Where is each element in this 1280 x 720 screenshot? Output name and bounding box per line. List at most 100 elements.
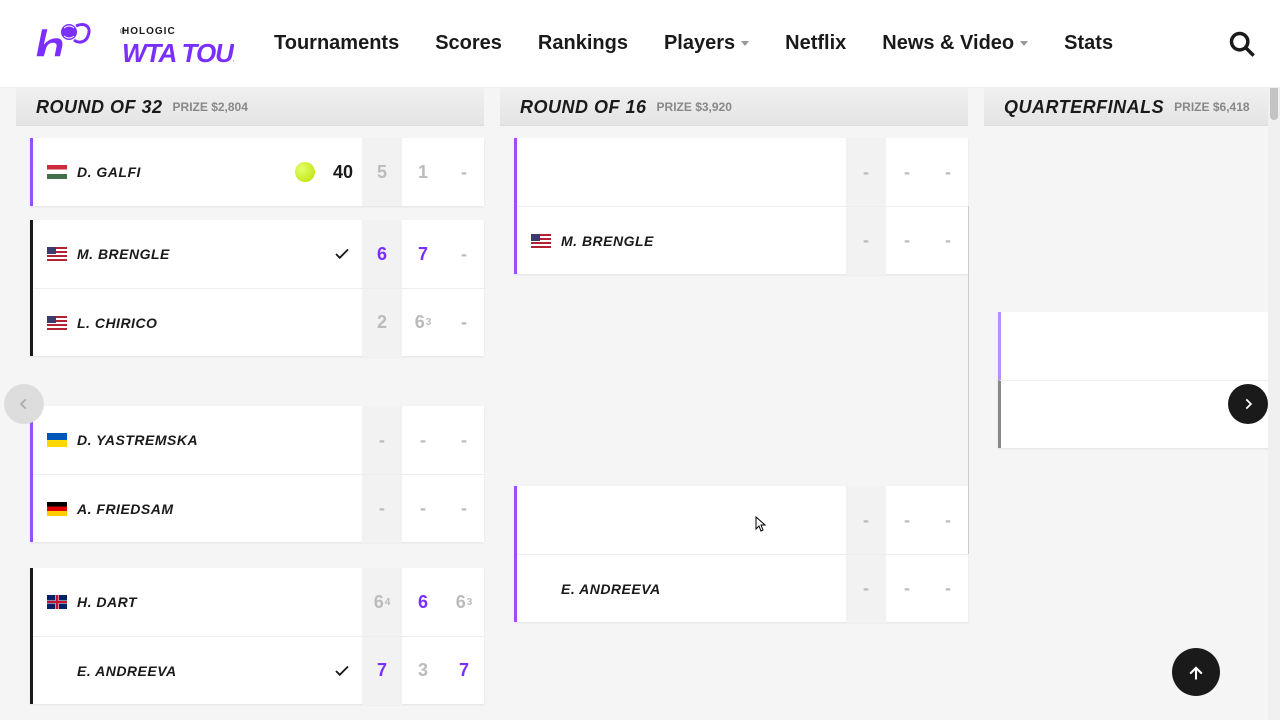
- scorebox: - - -: [361, 406, 484, 474]
- scorebox: - - -: [845, 486, 968, 554]
- match-card[interactable]: D. Yastremska - - - A. Friedsam - - -: [30, 406, 484, 542]
- match-row: A. Friedsam - - -: [33, 474, 484, 542]
- nav-label: Players: [664, 32, 735, 55]
- player-name: M. Brengle: [561, 233, 845, 249]
- round-header-r16: Round of 16Prize $3,920: [500, 88, 968, 126]
- set-score: 7: [403, 220, 443, 288]
- flag-icon: [47, 502, 67, 516]
- check-icon: [333, 245, 351, 263]
- search-icon: [1228, 30, 1256, 58]
- match-row: D. Yastremska - - -: [33, 406, 484, 474]
- nav-label: Rankings: [538, 32, 628, 55]
- set-score: -: [444, 289, 484, 357]
- player-name: E. Andreeva: [77, 663, 333, 679]
- match-card[interactable]: M. Brengle 6 7 - L. Chirico 2 63 -: [30, 220, 484, 356]
- scroll-top-button[interactable]: [1172, 648, 1220, 696]
- set-score: -: [887, 555, 927, 623]
- match-card[interactable]: D. Galfi 40 5 1 -: [30, 138, 484, 206]
- scorebox: 2 63 -: [361, 289, 484, 357]
- nav-label: News & Video: [882, 32, 1014, 55]
- set-score: -: [887, 486, 927, 554]
- set-score: -: [928, 207, 968, 275]
- set-score: -: [444, 220, 484, 288]
- match-row: - - -: [517, 486, 968, 554]
- match-row: D. Galfi 40 5 1 -: [33, 138, 484, 206]
- chevron-down-icon: [741, 41, 749, 46]
- set-score: -: [846, 486, 886, 554]
- bracket-prev-button[interactable]: [4, 384, 44, 424]
- bracket-next-button[interactable]: [1228, 384, 1268, 424]
- round-column-r32: Round of 32Prize $2,804 D. Galfi 40 5 1 …: [16, 88, 484, 720]
- match-row: H. Dart 64 6 63: [33, 568, 484, 636]
- brand-top-text: HOLOGIC: [122, 26, 176, 37]
- set-score: -: [928, 555, 968, 623]
- main-nav: Tournaments Scores Rankings Players Netf…: [274, 32, 1228, 55]
- round-title: Quarterfinals: [1004, 97, 1164, 117]
- match-card[interactable]: [998, 312, 1280, 448]
- flag-icon: [47, 595, 67, 609]
- brand-main-text: WTA TOUR: [122, 38, 234, 68]
- player-name: H. Dart: [77, 594, 361, 610]
- scorebox: - - -: [845, 555, 968, 623]
- flag-icon: [47, 664, 67, 678]
- match-row: M. Brengle 6 7 -: [33, 220, 484, 288]
- player-name: D. Galfi: [77, 164, 295, 180]
- svg-text:®: ®: [120, 27, 126, 36]
- round-prize: Prize $2,804: [173, 100, 248, 114]
- brand-logo[interactable]: HOLOGIC ® WTA TOUR: [24, 14, 234, 74]
- scorebox: 64 6 63: [361, 568, 484, 636]
- set-score: 6: [403, 568, 443, 636]
- check-icon: [333, 662, 351, 680]
- set-score: 64: [362, 568, 402, 636]
- flag-icon: [47, 165, 67, 179]
- nav-players[interactable]: Players: [664, 32, 749, 55]
- chevron-right-icon: [1241, 397, 1255, 411]
- scorebox: 5 1 -: [361, 138, 484, 206]
- nav-rankings[interactable]: Rankings: [538, 32, 628, 55]
- player-name: L. Chirico: [77, 315, 361, 331]
- flag-icon: [531, 234, 551, 248]
- set-score: -: [403, 475, 443, 543]
- set-score: -: [846, 138, 886, 206]
- nav-label: Netflix: [785, 32, 846, 55]
- match-row: E. Andreeva - - -: [517, 554, 968, 622]
- round-prize: Prize $6,418: [1174, 100, 1249, 114]
- set-score: -: [928, 138, 968, 206]
- set-score: -: [362, 475, 402, 543]
- nav-scores[interactable]: Scores: [435, 32, 502, 55]
- set-score: -: [444, 406, 484, 474]
- set-score: -: [887, 207, 927, 275]
- set-score: 7: [444, 637, 484, 705]
- set-score: 2: [362, 289, 402, 357]
- round-title: Round of 16: [520, 97, 647, 117]
- flag-icon: [47, 433, 67, 447]
- flag-icon: [531, 513, 551, 527]
- nav-label: Scores: [435, 32, 502, 55]
- set-score: -: [444, 138, 484, 206]
- match-card[interactable]: - - - E. Andreeva - - -: [514, 486, 968, 622]
- scorebox: 7 3 7: [361, 637, 484, 705]
- match-card[interactable]: - - - M. Brengle - - -: [514, 138, 968, 274]
- nav-netflix[interactable]: Netflix: [785, 32, 846, 55]
- chevron-left-icon: [17, 397, 31, 411]
- nav-news[interactable]: News & Video: [882, 32, 1028, 55]
- match-row: M. Brengle - - -: [517, 206, 968, 274]
- flag-icon: [47, 316, 67, 330]
- scorebox: - - -: [361, 475, 484, 543]
- search-button[interactable]: [1228, 30, 1256, 58]
- nav-tournaments[interactable]: Tournaments: [274, 32, 399, 55]
- match-card[interactable]: H. Dart 64 6 63 E. Andreeva 7 3 7: [30, 568, 484, 704]
- set-score: -: [846, 555, 886, 623]
- match-row: E. Andreeva 7 3 7: [33, 636, 484, 704]
- set-score: -: [887, 138, 927, 206]
- flag-icon: [531, 165, 551, 179]
- scorebox: 6 7 -: [361, 220, 484, 288]
- nav-label: Stats: [1064, 32, 1113, 55]
- nav-stats[interactable]: Stats: [1064, 32, 1113, 55]
- set-score: -: [403, 406, 443, 474]
- match-row: [1001, 312, 1280, 380]
- vertical-scrollbar[interactable]: [1268, 0, 1280, 720]
- site-header: HOLOGIC ® WTA TOUR Tournaments Scores Ra…: [0, 0, 1280, 88]
- set-score: -: [444, 475, 484, 543]
- set-score: 1: [403, 138, 443, 206]
